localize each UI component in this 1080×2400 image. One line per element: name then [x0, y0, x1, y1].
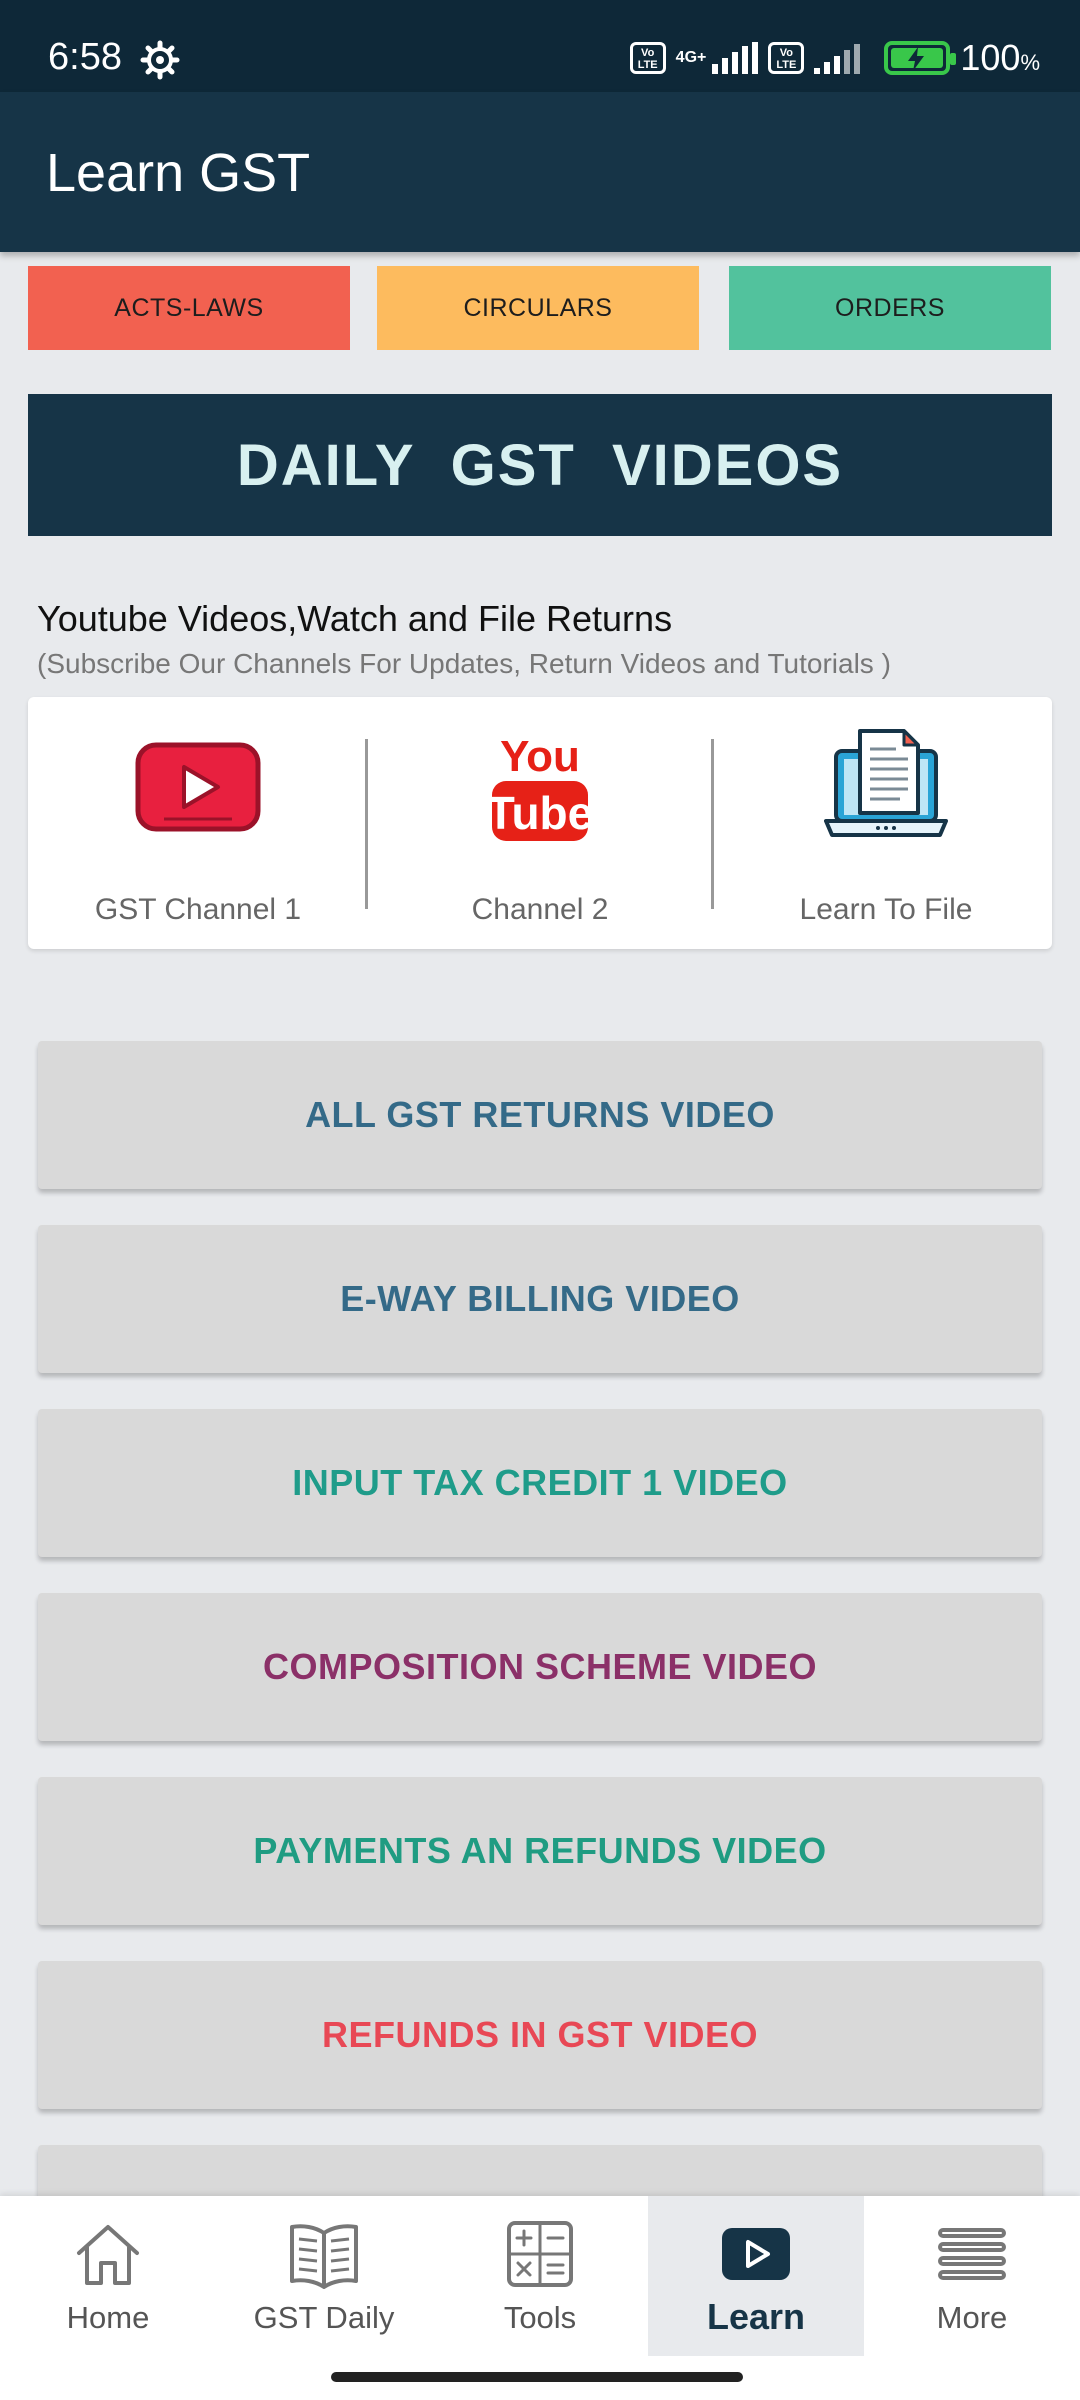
all-gst-returns-video-button[interactable]: ALL GST RETURNS VIDEO [38, 1041, 1042, 1189]
payments-refunds-video-button[interactable]: PAYMENTS AN REFUNDS VIDEO [38, 1777, 1042, 1925]
gear-icon [140, 40, 180, 80]
battery-percent: 100% [960, 37, 1040, 78]
status-icons: Vo LTE 4G+ Vo LTE 100% [629, 36, 1040, 80]
channel-label: Learn To File [799, 893, 973, 926]
input-tax-credit-video-button[interactable]: INPUT TAX CREDIT 1 VIDEO [38, 1409, 1042, 1557]
signal-icon-2 [814, 42, 861, 74]
refunds-in-gst-video-button[interactable]: REFUNDS IN GST VIDEO [38, 1961, 1042, 2109]
learn-to-file-button[interactable]: Learn To File [716, 697, 1056, 949]
app-bar: Learn GST [0, 92, 1080, 252]
divider [711, 739, 714, 909]
divider [365, 739, 368, 909]
acts-laws-button[interactable]: ACTS-LAWS [28, 266, 350, 350]
signal-icon [712, 42, 759, 74]
network-type: 4G+ [675, 49, 707, 66]
channel-label: GST Channel 1 [94, 893, 302, 926]
composition-scheme-video-button[interactable]: COMPOSITION SCHEME VIDEO [38, 1593, 1042, 1741]
page-title: Learn GST [46, 143, 311, 203]
daily-gst-videos-banner[interactable]: DAILY GST VIDEOS [28, 394, 1052, 536]
channel-2-button[interactable]: You Tube Channel 2 [370, 697, 710, 949]
channel-card: GST Channel 1 You Tube Channel 2 Learn T… [28, 697, 1052, 949]
youtube-play-icon [135, 742, 261, 832]
nav-label: Home [66, 2300, 150, 2335]
youtube-section-subheading: (Subscribe Our Channels For Updates, Ret… [37, 648, 891, 679]
gst-channel-1-button[interactable]: GST Channel 1 [28, 697, 368, 949]
play-icon [722, 2228, 790, 2280]
gesture-bar[interactable] [331, 2372, 743, 2382]
calculator-icon [507, 2221, 573, 2287]
channel-label: Channel 2 [471, 893, 609, 926]
circulars-button[interactable]: CIRCULARS [377, 266, 699, 350]
nav-tools[interactable]: Tools [432, 2196, 648, 2356]
nav-home[interactable]: Home [0, 2196, 216, 2356]
svg-text:You: You [500, 732, 580, 781]
nav-more[interactable]: More [864, 2196, 1080, 2356]
nav-learn[interactable]: Learn [648, 2196, 864, 2356]
book-icon [290, 2224, 358, 2289]
nav-gst-daily[interactable]: GST Daily [216, 2196, 432, 2356]
bottom-nav: Home GST Daily Tools Learn More [0, 2196, 1080, 2400]
youtube-logo-icon: You Tube [490, 732, 590, 841]
orders-button[interactable]: ORDERS [729, 266, 1051, 350]
nav-label: Learn [706, 2296, 806, 2337]
status-time: 6:58 [48, 36, 122, 78]
nav-label: Tools [503, 2300, 577, 2335]
youtube-section-heading: Youtube Videos,Watch and File Returns [37, 598, 673, 639]
laptop-document-icon [824, 729, 948, 837]
e-way-billing-video-button[interactable]: E-WAY BILLING VIDEO [38, 1225, 1042, 1373]
nav-label: GST Daily [253, 2300, 395, 2335]
battery-icon [884, 41, 957, 75]
volte-icon-2: Vo LTE [768, 42, 805, 74]
nav-label: More [936, 2300, 1008, 2335]
svg-text:Tube: Tube [490, 787, 590, 839]
menu-icon [938, 2228, 1006, 2280]
status-bar: 6:58 Vo LTE 4G+ Vo LTE 100% [0, 0, 1080, 92]
home-icon [77, 2225, 139, 2285]
volte-icon: Vo LTE [629, 42, 666, 74]
